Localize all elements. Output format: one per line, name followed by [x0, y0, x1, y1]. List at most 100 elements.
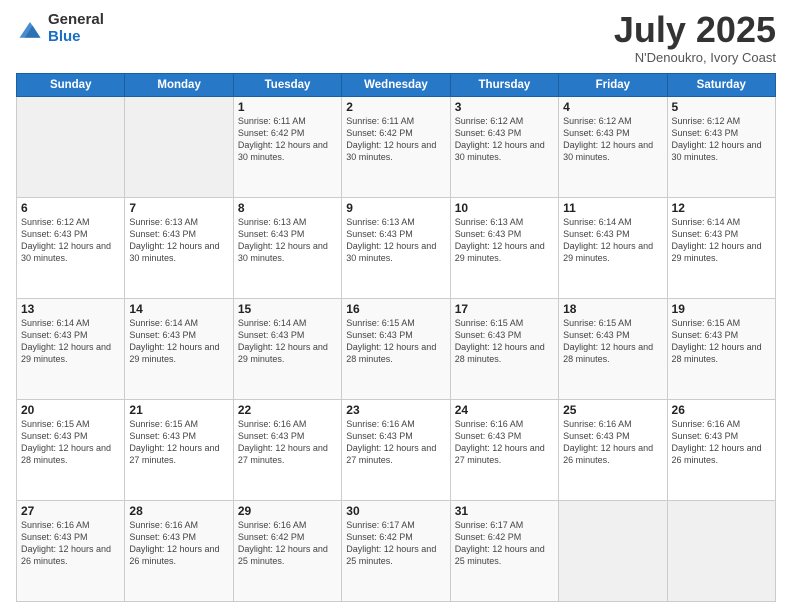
day-number: 17 — [455, 302, 554, 316]
day-number: 29 — [238, 504, 337, 518]
day-info: Sunrise: 6:13 AM Sunset: 6:43 PM Dayligh… — [346, 216, 445, 265]
calendar-cell: 23Sunrise: 6:16 AM Sunset: 6:43 PM Dayli… — [342, 400, 450, 501]
day-number: 1 — [238, 100, 337, 114]
day-number: 6 — [21, 201, 120, 215]
day-number: 4 — [563, 100, 662, 114]
calendar-cell: 16Sunrise: 6:15 AM Sunset: 6:43 PM Dayli… — [342, 299, 450, 400]
calendar-cell: 4Sunrise: 6:12 AM Sunset: 6:43 PM Daylig… — [559, 97, 667, 198]
day-number: 18 — [563, 302, 662, 316]
weekday-header-tuesday: Tuesday — [233, 74, 341, 97]
weekday-header-sunday: Sunday — [17, 74, 125, 97]
day-number: 22 — [238, 403, 337, 417]
day-info: Sunrise: 6:16 AM Sunset: 6:43 PM Dayligh… — [21, 519, 120, 568]
day-info: Sunrise: 6:15 AM Sunset: 6:43 PM Dayligh… — [672, 317, 771, 366]
day-info: Sunrise: 6:16 AM Sunset: 6:43 PM Dayligh… — [238, 418, 337, 467]
calendar-week-2: 6Sunrise: 6:12 AM Sunset: 6:43 PM Daylig… — [17, 198, 776, 299]
calendar-week-1: 1Sunrise: 6:11 AM Sunset: 6:42 PM Daylig… — [17, 97, 776, 198]
month-title: July 2025 — [614, 12, 776, 48]
calendar-week-3: 13Sunrise: 6:14 AM Sunset: 6:43 PM Dayli… — [17, 299, 776, 400]
calendar-cell: 11Sunrise: 6:14 AM Sunset: 6:43 PM Dayli… — [559, 198, 667, 299]
day-number: 5 — [672, 100, 771, 114]
calendar-cell: 26Sunrise: 6:16 AM Sunset: 6:43 PM Dayli… — [667, 400, 775, 501]
day-number: 11 — [563, 201, 662, 215]
day-info: Sunrise: 6:15 AM Sunset: 6:43 PM Dayligh… — [455, 317, 554, 366]
day-info: Sunrise: 6:14 AM Sunset: 6:43 PM Dayligh… — [238, 317, 337, 366]
day-info: Sunrise: 6:16 AM Sunset: 6:43 PM Dayligh… — [563, 418, 662, 467]
day-number: 25 — [563, 403, 662, 417]
calendar-cell: 30Sunrise: 6:17 AM Sunset: 6:42 PM Dayli… — [342, 501, 450, 602]
calendar-cell — [667, 501, 775, 602]
calendar-cell: 24Sunrise: 6:16 AM Sunset: 6:43 PM Dayli… — [450, 400, 558, 501]
calendar-cell: 2Sunrise: 6:11 AM Sunset: 6:42 PM Daylig… — [342, 97, 450, 198]
logo-general-text: General — [48, 12, 104, 29]
day-number: 27 — [21, 504, 120, 518]
weekday-header-friday: Friday — [559, 74, 667, 97]
calendar-cell: 9Sunrise: 6:13 AM Sunset: 6:43 PM Daylig… — [342, 198, 450, 299]
calendar-cell: 8Sunrise: 6:13 AM Sunset: 6:43 PM Daylig… — [233, 198, 341, 299]
day-number: 16 — [346, 302, 445, 316]
day-info: Sunrise: 6:14 AM Sunset: 6:43 PM Dayligh… — [672, 216, 771, 265]
day-info: Sunrise: 6:14 AM Sunset: 6:43 PM Dayligh… — [129, 317, 228, 366]
calendar-cell: 13Sunrise: 6:14 AM Sunset: 6:43 PM Dayli… — [17, 299, 125, 400]
calendar-cell: 18Sunrise: 6:15 AM Sunset: 6:43 PM Dayli… — [559, 299, 667, 400]
calendar-cell: 12Sunrise: 6:14 AM Sunset: 6:43 PM Dayli… — [667, 198, 775, 299]
calendar-cell: 22Sunrise: 6:16 AM Sunset: 6:43 PM Dayli… — [233, 400, 341, 501]
header-right: July 2025 N'Denoukro, Ivory Coast — [614, 12, 776, 65]
calendar-cell: 3Sunrise: 6:12 AM Sunset: 6:43 PM Daylig… — [450, 97, 558, 198]
day-number: 9 — [346, 201, 445, 215]
calendar-cell: 19Sunrise: 6:15 AM Sunset: 6:43 PM Dayli… — [667, 299, 775, 400]
calendar-cell: 21Sunrise: 6:15 AM Sunset: 6:43 PM Dayli… — [125, 400, 233, 501]
day-info: Sunrise: 6:15 AM Sunset: 6:43 PM Dayligh… — [346, 317, 445, 366]
day-number: 12 — [672, 201, 771, 215]
day-number: 26 — [672, 403, 771, 417]
weekday-header-row: SundayMondayTuesdayWednesdayThursdayFrid… — [17, 74, 776, 97]
day-number: 7 — [129, 201, 228, 215]
calendar-cell: 28Sunrise: 6:16 AM Sunset: 6:43 PM Dayli… — [125, 501, 233, 602]
calendar-cell — [17, 97, 125, 198]
logo-icon — [16, 15, 44, 43]
day-info: Sunrise: 6:13 AM Sunset: 6:43 PM Dayligh… — [129, 216, 228, 265]
day-info: Sunrise: 6:12 AM Sunset: 6:43 PM Dayligh… — [672, 115, 771, 164]
day-number: 3 — [455, 100, 554, 114]
day-info: Sunrise: 6:13 AM Sunset: 6:43 PM Dayligh… — [238, 216, 337, 265]
header: General Blue July 2025 N'Denoukro, Ivory… — [16, 12, 776, 65]
day-number: 13 — [21, 302, 120, 316]
day-info: Sunrise: 6:17 AM Sunset: 6:42 PM Dayligh… — [455, 519, 554, 568]
weekday-header-thursday: Thursday — [450, 74, 558, 97]
calendar-cell: 17Sunrise: 6:15 AM Sunset: 6:43 PM Dayli… — [450, 299, 558, 400]
calendar-cell: 25Sunrise: 6:16 AM Sunset: 6:43 PM Dayli… — [559, 400, 667, 501]
day-info: Sunrise: 6:11 AM Sunset: 6:42 PM Dayligh… — [346, 115, 445, 164]
day-number: 30 — [346, 504, 445, 518]
weekday-header-wednesday: Wednesday — [342, 74, 450, 97]
calendar-cell: 29Sunrise: 6:16 AM Sunset: 6:42 PM Dayli… — [233, 501, 341, 602]
calendar-cell: 7Sunrise: 6:13 AM Sunset: 6:43 PM Daylig… — [125, 198, 233, 299]
day-info: Sunrise: 6:15 AM Sunset: 6:43 PM Dayligh… — [129, 418, 228, 467]
day-info: Sunrise: 6:14 AM Sunset: 6:43 PM Dayligh… — [563, 216, 662, 265]
day-number: 8 — [238, 201, 337, 215]
day-info: Sunrise: 6:12 AM Sunset: 6:43 PM Dayligh… — [21, 216, 120, 265]
day-info: Sunrise: 6:12 AM Sunset: 6:43 PM Dayligh… — [455, 115, 554, 164]
day-number: 10 — [455, 201, 554, 215]
weekday-header-saturday: Saturday — [667, 74, 775, 97]
calendar-cell — [559, 501, 667, 602]
day-info: Sunrise: 6:16 AM Sunset: 6:42 PM Dayligh… — [238, 519, 337, 568]
weekday-header-monday: Monday — [125, 74, 233, 97]
day-number: 21 — [129, 403, 228, 417]
calendar-cell: 27Sunrise: 6:16 AM Sunset: 6:43 PM Dayli… — [17, 501, 125, 602]
calendar-cell: 6Sunrise: 6:12 AM Sunset: 6:43 PM Daylig… — [17, 198, 125, 299]
day-info: Sunrise: 6:15 AM Sunset: 6:43 PM Dayligh… — [563, 317, 662, 366]
day-info: Sunrise: 6:14 AM Sunset: 6:43 PM Dayligh… — [21, 317, 120, 366]
logo: General Blue — [16, 12, 104, 45]
day-number: 24 — [455, 403, 554, 417]
calendar-cell: 31Sunrise: 6:17 AM Sunset: 6:42 PM Dayli… — [450, 501, 558, 602]
day-info: Sunrise: 6:12 AM Sunset: 6:43 PM Dayligh… — [563, 115, 662, 164]
day-number: 20 — [21, 403, 120, 417]
day-number: 23 — [346, 403, 445, 417]
day-info: Sunrise: 6:15 AM Sunset: 6:43 PM Dayligh… — [21, 418, 120, 467]
calendar-cell: 15Sunrise: 6:14 AM Sunset: 6:43 PM Dayli… — [233, 299, 341, 400]
logo-text: General Blue — [48, 12, 104, 45]
day-number: 14 — [129, 302, 228, 316]
calendar-cell: 10Sunrise: 6:13 AM Sunset: 6:43 PM Dayli… — [450, 198, 558, 299]
day-info: Sunrise: 6:11 AM Sunset: 6:42 PM Dayligh… — [238, 115, 337, 164]
calendar-cell — [125, 97, 233, 198]
